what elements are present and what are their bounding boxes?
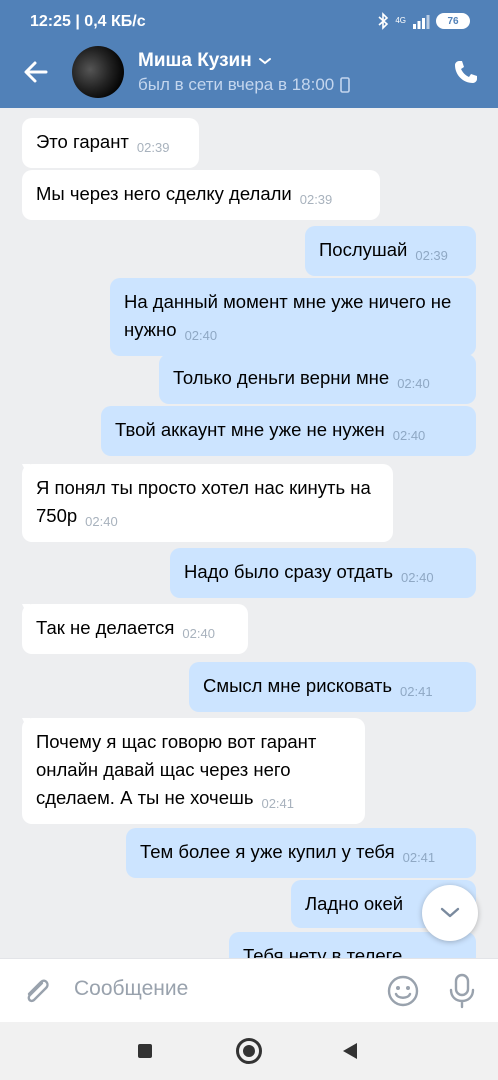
message-text: Надо было сразу отдать [184,561,394,582]
message-time: 02:39 [299,192,333,207]
message-time: 02:41 [400,684,433,699]
scroll-to-bottom-button[interactable] [422,885,478,941]
message-input[interactable]: Сообщение [74,977,188,1001]
message-time: 02:40 [392,428,426,443]
incoming-message[interactable]: Это гарант 02:39 [22,118,199,168]
back-button[interactable] [343,1043,357,1059]
message-time: 02:40 [182,626,215,641]
outgoing-message[interactable]: Послушай 02:39 [305,226,476,276]
status-time: 12:25 | 0,4 КБ/с [30,13,146,30]
incoming-message[interactable]: Так не делается 02:40 [22,604,248,654]
chevron-down-icon [258,58,271,65]
status-icons: 4G 76 [377,12,470,30]
network-type: 4G [395,16,406,25]
signal-icon [413,15,430,29]
status-bar: 12:25 | 0,4 КБ/с 4G 76 [0,0,498,44]
message-text: Это гарант [36,131,129,152]
outgoing-message[interactable]: Только деньги верни мне 02:40 [159,354,476,404]
message-text: Послушай [319,239,408,260]
avatar[interactable] [72,46,124,98]
message-time: 02:39 [136,140,170,155]
outgoing-message[interactable]: Тем более я уже купил у тебя 02:41 [126,828,476,878]
message-time: 02:41 [402,850,436,865]
message-time: 02:40 [397,376,430,391]
arrow-left-icon[interactable] [20,56,52,88]
message-list[interactable]: Это гарант 02:39 Мы через него сделку дела… [0,108,498,958]
phone-icon[interactable] [452,58,480,86]
home-button[interactable] [236,1038,262,1064]
message-text: Только деньги верни мне [173,367,390,388]
outgoing-message[interactable]: Твой аккаунт мне уже не нужен 02:40 [101,406,476,456]
message-text: Смысл мне рисковать [203,675,393,696]
incoming-message[interactable]: Мы через него сделку делали 02:39 [22,170,380,220]
chat-header: 12:25 | 0,4 КБ/с 4G 76 Миша Кузин был в … [0,0,498,108]
incoming-message[interactable]: Я понял ты просто хотел нас кинуть на 75… [22,464,393,542]
contact-status-label: был в сети вчера в 18:00 [138,75,335,94]
mobile-device-icon [340,77,351,93]
contact-name-label: Миша Кузин [138,50,252,71]
message-time: 02:41 [261,796,295,811]
battery-icon: 76 [436,13,470,29]
message-text: Мы через него сделку делали [36,183,292,204]
message-time: 02:40 [401,570,434,585]
emoji-icon[interactable] [386,974,420,1008]
outgoing-message[interactable]: На данный момент мне уже ничего не нужно… [110,278,476,356]
message-text: Ладно окей [305,893,404,914]
bluetooth-icon [378,12,389,30]
incoming-message[interactable]: Почему я щас говорю вот гарант онлайн да… [22,718,365,824]
paperclip-icon[interactable] [20,973,52,1009]
message-text: Так не делается [36,617,175,638]
microphone-icon[interactable] [448,973,476,1009]
message-text: На данный момент мне уже ничего не нужно [124,291,452,340]
message-time: 02:40 [85,514,118,529]
message-text: Твой аккаунт мне уже не нужен [115,419,385,440]
message-time: 02:40 [184,328,218,343]
message-time: 02:39 [415,248,448,263]
chevron-down-icon [440,907,460,918]
contact-status: был в сети вчера в 18:00 [138,75,351,95]
contact-name[interactable]: Миша Кузин [138,50,272,72]
outgoing-message[interactable]: Надо было сразу отдать 02:40 [170,548,476,598]
recent-apps-button[interactable] [138,1044,152,1058]
message-composer: Сообщение [0,958,498,1022]
message-text: Тебя нету в телеге [243,945,403,958]
outgoing-message[interactable]: Смысл мне рисковать 02:41 [189,662,476,712]
android-nav-bar [0,1022,498,1080]
message-text: Тем более я уже купил у тебя [140,841,395,862]
